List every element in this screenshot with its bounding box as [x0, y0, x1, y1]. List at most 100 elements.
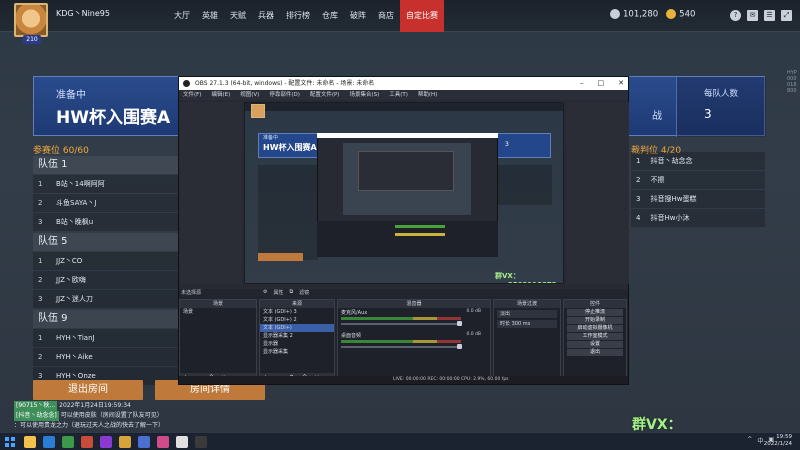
- maximize-icon[interactable]: □: [598, 77, 605, 90]
- taskbar-app-icon[interactable]: [43, 436, 55, 448]
- team-member-row[interactable]: 1 B站丶14啊阿阿: [33, 175, 179, 193]
- menu-docks[interactable]: 停靠部件(D): [269, 90, 300, 100]
- menu-scene-collection[interactable]: 场景集合(S): [349, 90, 379, 100]
- menu-edit[interactable]: 编辑(E): [211, 90, 230, 100]
- volume-knob[interactable]: [457, 321, 462, 326]
- studio-mode-button[interactable]: 工作室模式: [567, 333, 623, 340]
- obs-preview-right-margin: [566, 102, 629, 284]
- menu-file[interactable]: 文件(F): [183, 90, 201, 100]
- referee-row[interactable]: 1 抖音丶劫念念: [631, 152, 765, 170]
- taskbar-app-icon[interactable]: [24, 436, 36, 448]
- referee-name: 抖音搜Hw蛋糕: [650, 195, 697, 203]
- team-card: 队伍 1 1 B站丶14啊阿阿 2 斗鱼SAYA丶J 3 B站丶晚枫u: [33, 156, 179, 231]
- taskbar-app-icon[interactable]: [119, 436, 131, 448]
- nav-item-heroes[interactable]: 英雄: [196, 0, 224, 32]
- volume-knob[interactable]: [457, 344, 462, 349]
- team-member-row[interactable]: 2 斗鱼SAYA丶J: [33, 194, 179, 212]
- member-name: JJZ丶迷人刀: [56, 295, 93, 303]
- virtual-camera-button[interactable]: 启动虚拟摄像机: [567, 325, 623, 332]
- taskbar-app-icon[interactable]: [195, 436, 207, 448]
- source-item[interactable]: 显示器: [260, 340, 334, 348]
- stop-streaming-button[interactable]: 停止推流: [567, 309, 623, 316]
- volume-slider[interactable]: [341, 346, 461, 348]
- nav-item-talents[interactable]: 天赋: [224, 0, 252, 32]
- menu-view[interactable]: 视图(V): [240, 90, 259, 100]
- taskbar-clock[interactable]: 19:59 2022/1/24: [764, 434, 792, 448]
- fullscreen-icon[interactable]: ⤢: [781, 10, 792, 21]
- team-member-row[interactable]: 3 B站丶晚枫u: [33, 213, 179, 231]
- nav-item-warehouse[interactable]: 仓库: [316, 0, 344, 32]
- taskbar-app-icon[interactable]: [62, 436, 74, 448]
- referee-row[interactable]: 2 不擦: [631, 171, 765, 189]
- taskbar-app-icon[interactable]: [81, 436, 93, 448]
- source-item[interactable]: 显示器采集 2: [260, 332, 334, 340]
- obs-window[interactable]: OBS 27.1.3 (64-bit, windows) - 配置文件: 未命名…: [178, 76, 629, 385]
- exit-button[interactable]: 退出: [567, 349, 623, 356]
- transition-select[interactable]: 淡出: [497, 310, 557, 318]
- nav-item-shop[interactable]: 商店: [372, 0, 400, 32]
- source-item[interactable]: 文本 (GDI+): [260, 324, 334, 332]
- tray-expand-icon[interactable]: ^: [747, 436, 752, 445]
- member-name: JJZ丶CO: [56, 257, 83, 265]
- mail-icon[interactable]: ✉: [747, 10, 758, 21]
- menu-tools[interactable]: 工具(T): [389, 90, 408, 100]
- taskbar-app-icon[interactable]: [176, 436, 188, 448]
- controls-dock: 控件 停止推流 开始录制 启动虚拟摄像机 工作室模式 设置 退出: [563, 299, 627, 383]
- leave-room-button[interactable]: 退出房间: [33, 380, 143, 400]
- taskbar-app-icon[interactable]: [138, 436, 150, 448]
- obs-titlebar[interactable]: OBS 27.1.3 (64-bit, windows) - 配置文件: 未命名…: [179, 77, 628, 90]
- referee-row[interactable]: 3 抖音搜Hw蛋糕: [631, 190, 765, 208]
- participant-slots: 参赛位 60/60: [33, 146, 89, 156]
- minimize-icon[interactable]: –: [580, 77, 584, 90]
- properties-button[interactable]: 属性: [273, 289, 283, 296]
- menu-profile[interactable]: 配置文件(P): [310, 90, 340, 100]
- ime-indicator[interactable]: 中: [757, 436, 763, 445]
- menu-help[interactable]: 帮助(H): [418, 90, 437, 100]
- help-icon[interactable]: ?: [730, 10, 741, 21]
- filters-button[interactable]: 滤镜: [299, 289, 309, 296]
- obs-statusbar: LIVE: 00:00:00 REC: 00:00:00 CPU: 2.9%, …: [179, 376, 628, 384]
- volume-slider[interactable]: [341, 323, 461, 325]
- team-member-row[interactable]: 3 JJZ丶迷人刀: [33, 290, 179, 308]
- nav-item-formation[interactable]: 破阵: [344, 0, 372, 32]
- team-name: 队伍 5: [33, 233, 179, 251]
- clock-time: 19:59: [776, 434, 792, 440]
- windows-taskbar: ^ 中 ▣ 19:59 2022/1/24: [0, 432, 800, 450]
- settings-button[interactable]: 设置: [567, 341, 623, 348]
- team-member-row[interactable]: 1 JJZ丶CO: [33, 252, 179, 270]
- start-recording-button[interactable]: 开始录制: [567, 317, 623, 324]
- scenes-dock: 场景 场景 + − ^ v: [179, 299, 257, 383]
- referee-name: 抖音Hw小沐: [650, 214, 690, 222]
- source-item[interactable]: 显示器采集: [260, 348, 334, 356]
- windows-start-icon[interactable]: [5, 437, 15, 447]
- top-right-icons: ? ✉ ☰ ⤢: [730, 10, 792, 21]
- gold-counter: 101,280: [610, 9, 658, 20]
- nav-item-weapons[interactable]: 兵器: [252, 0, 280, 32]
- obs-preview-canvas[interactable]: 准备中 HW杯入围赛A 3 群VX：ww2503110872: [244, 102, 564, 284]
- audio-mixer-title: 混音器: [338, 300, 490, 308]
- chat-text: 2022年1月24日19:59:34: [59, 402, 131, 409]
- player-avatar[interactable]: [14, 3, 48, 37]
- team-member-row[interactable]: 2 JJZ丶欧嗨: [33, 271, 179, 289]
- taskbar-app-icon[interactable]: [100, 436, 112, 448]
- source-item[interactable]: 文本 (GDI+) 2: [260, 316, 334, 324]
- nav-item-lobby[interactable]: 大厅: [168, 0, 196, 32]
- team-member-row[interactable]: 2 HYH丶Aike: [33, 348, 179, 366]
- nav-item-rankings[interactable]: 排行榜: [280, 0, 316, 32]
- taskbar-app-icon[interactable]: [157, 436, 169, 448]
- source-item[interactable]: 文本 (GDI+) 3: [260, 308, 334, 316]
- nav-item-custom-match[interactable]: 自定比赛: [400, 0, 444, 32]
- preview-referee-list: [497, 165, 552, 205]
- member-name: B站丶晚枫u: [56, 218, 94, 226]
- referee-row[interactable]: 4 抖音Hw小沐: [631, 209, 765, 227]
- close-icon[interactable]: ✕: [618, 77, 624, 90]
- scene-item[interactable]: 场景: [180, 308, 256, 316]
- transitions-dock: 场景过渡 淡出 时长 300 ms: [493, 299, 561, 383]
- top-bar: 210 KDG丶Nine95 大厅 英雄 天赋 兵器 排行榜 仓库 破阵 商店 …: [0, 0, 800, 44]
- team-member-row[interactable]: 1 HYH丶TianJ: [33, 329, 179, 347]
- filter-icon[interactable]: ⧉: [290, 289, 294, 296]
- menu-icon[interactable]: ☰: [764, 10, 775, 21]
- gear-icon[interactable]: ⚙: [263, 289, 267, 296]
- chat-line: [90715丶秋... 2022年1月24日19:59:34: [14, 401, 164, 411]
- duration-input[interactable]: 300 ms: [512, 321, 531, 327]
